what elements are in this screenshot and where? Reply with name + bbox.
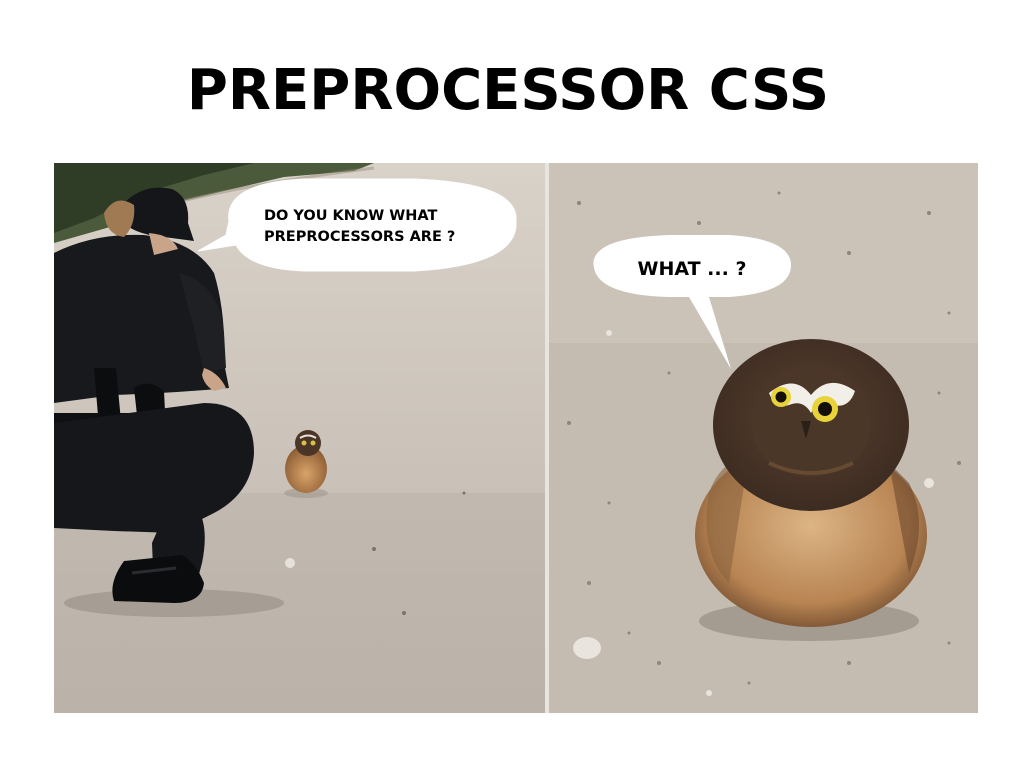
speech-text-officer: DO YOU KNOW WHAT PREPROCESSORS ARE ?: [264, 208, 456, 245]
slide: PREPROCESSOR CSS DO YOU KNOW WHAT PREPRO…: [0, 0, 1024, 768]
right-photo-panel: [549, 163, 978, 713]
owl-closeup-photo: [549, 163, 978, 713]
speech-text-owl: WHAT ... ?: [637, 258, 747, 280]
slide-title: PREPROCESSOR CSS: [186, 58, 830, 123]
